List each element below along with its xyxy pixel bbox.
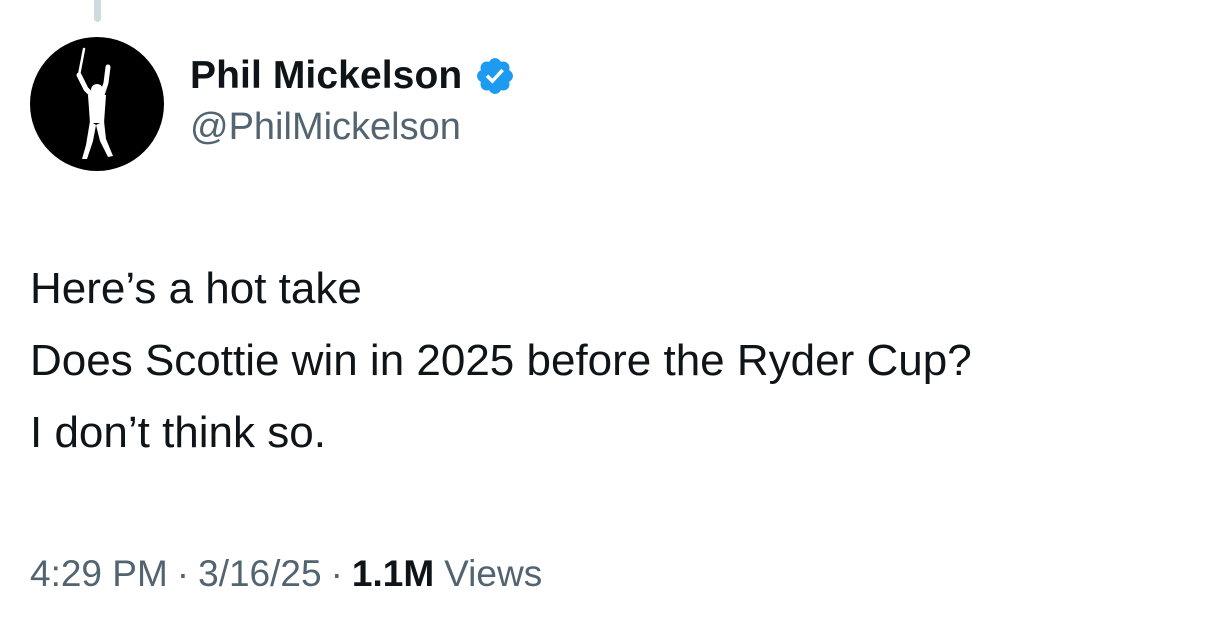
tweet-timestamp-date[interactable]: 3/16/25	[198, 553, 321, 595]
golfer-silhouette-icon	[76, 47, 113, 159]
author-display-name[interactable]: Phil Mickelson	[190, 54, 462, 98]
thread-connector-line	[94, 0, 101, 22]
views-label: Views	[444, 553, 543, 594]
tweet-author: Phil Mickelson @PhilMickelson	[190, 52, 516, 149]
author-handle[interactable]: @PhilMickelson	[190, 106, 516, 149]
tweet-text-line: I don’t think so.	[30, 408, 326, 457]
tweet-timestamp-time[interactable]: 4:29 PM	[30, 553, 168, 595]
views-count[interactable]: 1.1M	[352, 553, 434, 595]
meta-separator: ·	[176, 553, 190, 594]
tweet-text-line: Here’s a hot take	[30, 264, 362, 313]
tweet-metadata: 4:29 PM · 3/16/25 · 1.1M Views	[30, 553, 542, 595]
author-name-row: Phil Mickelson	[190, 52, 516, 100]
tweet-text-line: Does Scottie win in 2025 before the Ryde…	[30, 336, 972, 385]
verified-badge-icon[interactable]	[474, 55, 516, 97]
meta-separator: ·	[330, 553, 343, 594]
tweet-text: Here’s a hot take Does Scottie win in 20…	[30, 253, 1200, 469]
avatar[interactable]	[30, 37, 164, 171]
